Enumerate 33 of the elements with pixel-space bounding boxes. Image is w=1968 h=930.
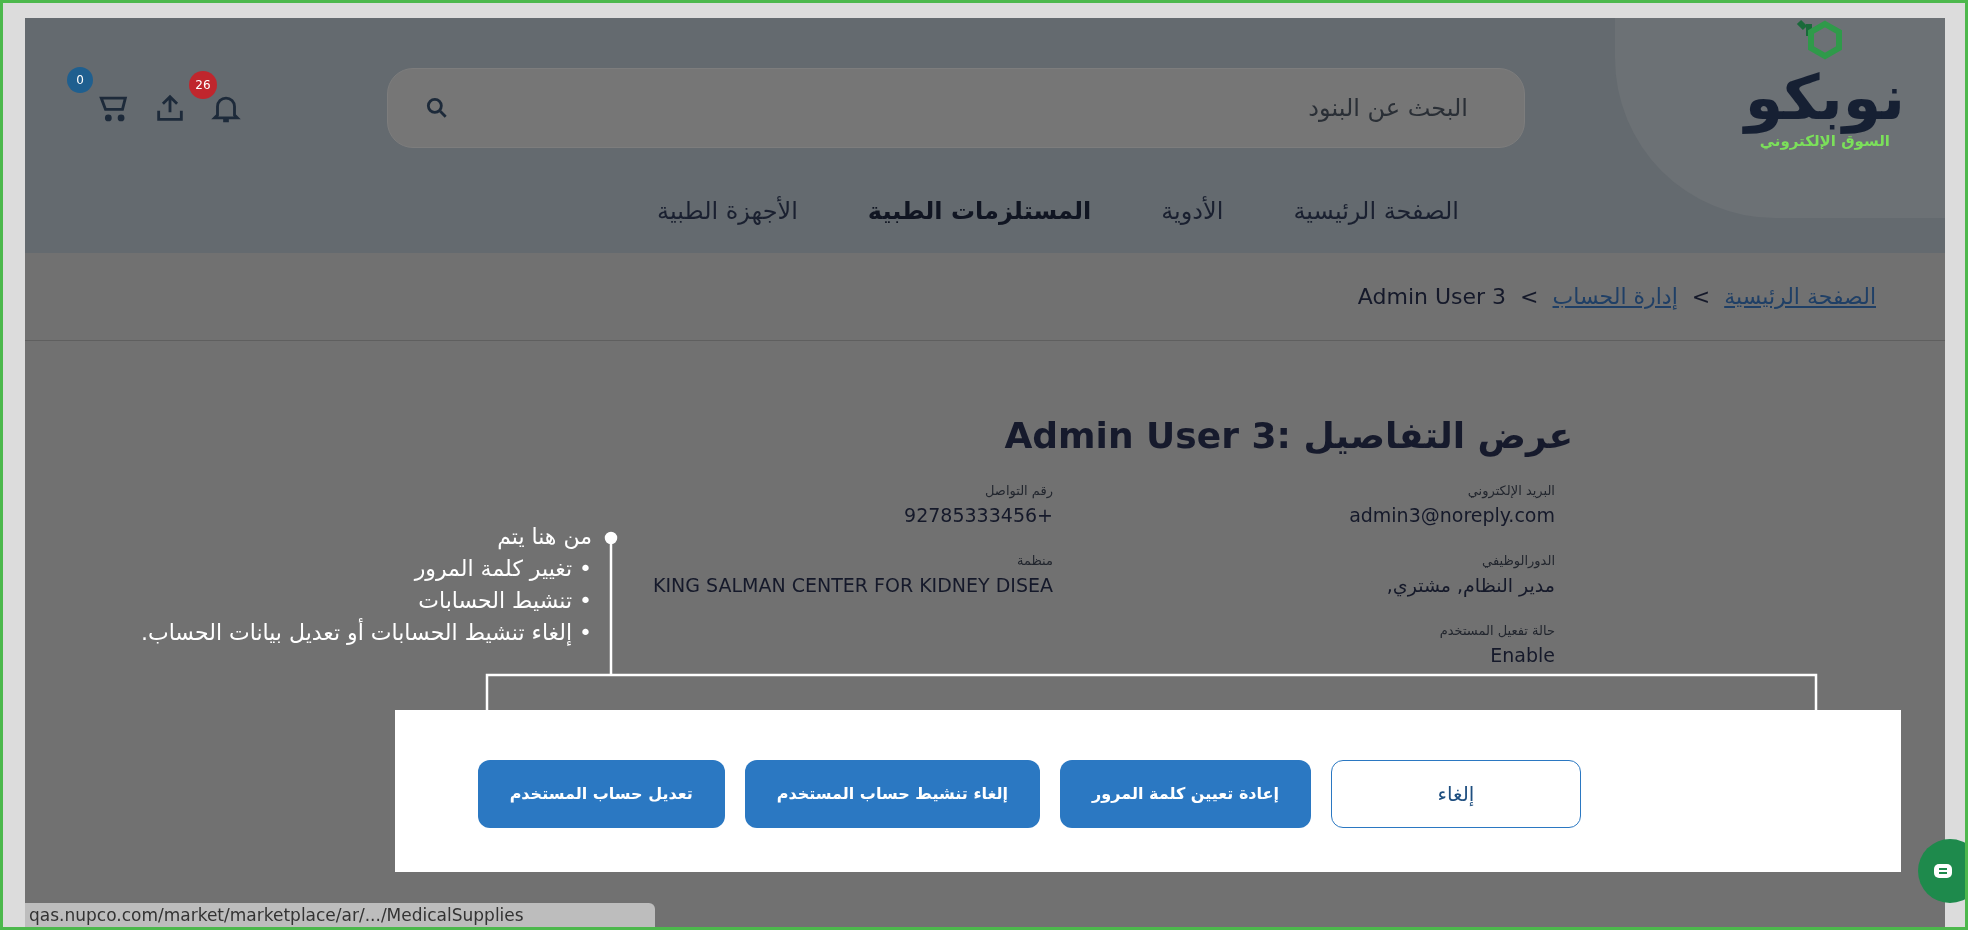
nav-link[interactable]: المستلزمات الطبية [867, 193, 1092, 229]
search-field[interactable]: البحث عن البنود [387, 68, 1525, 148]
breadcrumb-separator: > [1520, 283, 1539, 311]
nav-link[interactable]: الصفحة الرئيسية [1293, 193, 1459, 229]
status-url: qas.nupco.com/market/marketplace/ar/.../MedicalSupplies [25, 903, 655, 927]
field-label: البريد الإلكتروني [1467, 482, 1555, 501]
field-label: منظمة [1016, 552, 1053, 570]
field-label: رقم التواصل [985, 482, 1053, 501]
notification-count-badge: 26 [189, 71, 217, 99]
field-value: admin3@noreply.com [1349, 503, 1555, 528]
field-value: مدير النظام, مشتري, [1386, 573, 1555, 599]
field-label: الدورالوظيفي [1482, 552, 1555, 571]
nav-link[interactable]: الأدوية [1161, 193, 1224, 229]
annotation-item: • إلغاء تنشيط الحسابات أو تعديل بيانات الحساب. [140, 617, 592, 648]
breadcrumb-separator: > [1691, 283, 1711, 311]
field-label: حالة تفعيل المستخدم [1439, 622, 1555, 640]
action-button[interactable]: إعادة تعيين كلمة المرور [1060, 760, 1311, 828]
breadcrumb-link[interactable]: الصفحة الرئيسية [1724, 280, 1876, 313]
action-button[interactable]: تعديل حساب المستخدم [477, 760, 725, 828]
cart-count-badge: 0 [67, 67, 93, 93]
annotation-item: • تغيير كلمة المرور [414, 555, 592, 583]
nav-link[interactable]: الأجهزة الطبية [657, 193, 798, 229]
action-button[interactable]: إلغاء تنشيط حساب المستخدم [744, 760, 1041, 828]
field-value: Enable [1490, 643, 1555, 668]
annotation-title: من هنا يتم [497, 523, 592, 552]
field-value: +92785333456 [904, 503, 1053, 528]
annotation-item: • تنشيط الحسابات [418, 587, 592, 615]
page-title: عرض التفاصيل :Admin User 3 [1003, 414, 1573, 459]
breadcrumb-current: Admin User 3 [1357, 283, 1507, 311]
breadcrumb-link[interactable]: إدارة الحساب [1552, 280, 1678, 313]
field-value: KING SALMAN CENTER FOR KIDNEY DISEA [653, 573, 1053, 598]
search-placeholder: البحث عن البنود [1308, 93, 1468, 124]
cancel-button[interactable]: إلغاء [1331, 760, 1581, 828]
